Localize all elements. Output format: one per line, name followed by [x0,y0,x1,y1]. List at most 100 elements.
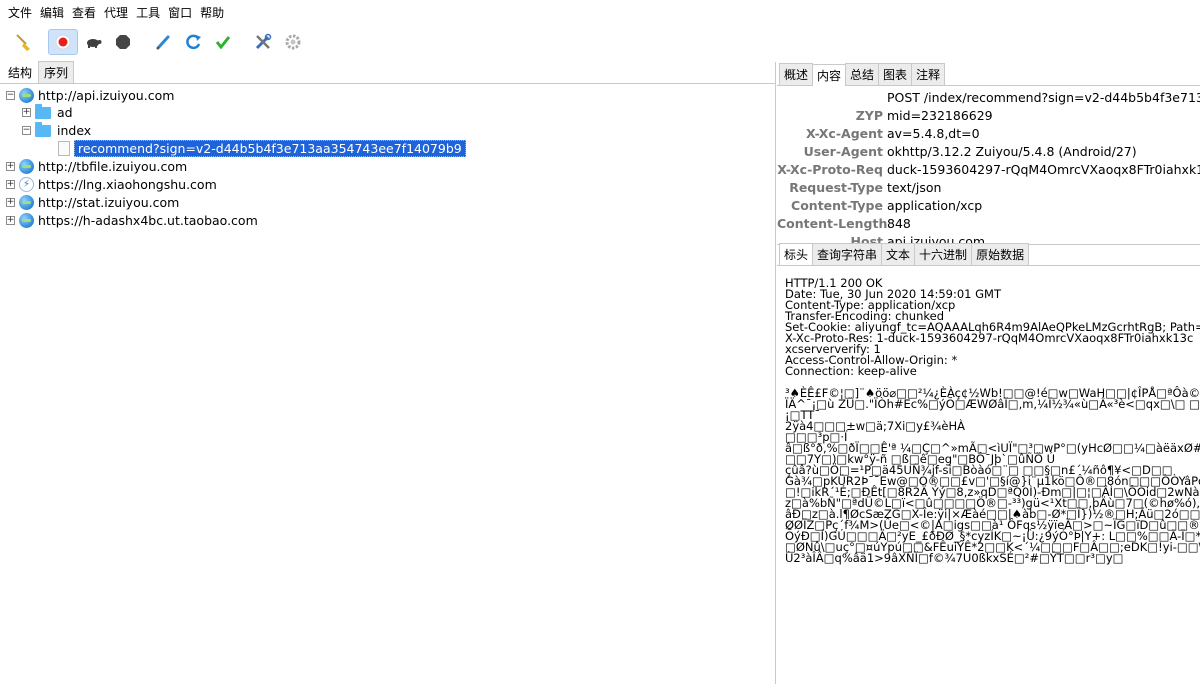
globe-icon [19,159,34,174]
header-key: Content-Length [777,216,888,231]
globe-icon [19,195,34,210]
file-icon [58,141,70,156]
header-value: duck-1593604297-rQqM4OmrcVXaoqx8FTr0iahx… [887,162,1200,177]
turtle-icon [87,39,102,48]
collapse-icon[interactable]: − [22,126,31,135]
toolbar [0,26,1200,58]
menu-bar: 文件 编辑 查看 代理 工具 窗口 帮助 [0,0,1200,26]
header-value: 848 [887,216,911,231]
menu-help[interactable]: 帮助 [196,0,228,26]
header-row: Request-Type text/json [777,180,941,198]
record-button[interactable] [48,29,78,55]
breakpoints-button[interactable] [108,29,138,55]
session-panel: 结构 序列 − http://api.izuiyou.com + ad − in… [0,61,776,684]
tab-notes[interactable]: 注释 [911,63,946,85]
expand-icon[interactable]: + [6,180,15,189]
menu-file[interactable]: 文件 [4,0,36,26]
header-row: ZYP mid=232186629 [777,108,993,126]
validate-button[interactable] [208,29,238,55]
pen-icon [156,35,170,50]
binary-line: 2ÿà4□□□±w□ä;7Xi□y£¾èHÀ [785,419,966,433]
expand-icon[interactable]: + [22,108,31,117]
header-key: X-Xc-Proto-Req [777,162,883,177]
menu-view[interactable]: 查看 [68,0,100,26]
session-tree: − http://api.izuiyou.com + ad − index re… [0,84,775,682]
tab-chart[interactable]: 图表 [878,63,913,85]
header-row: User-Agent okhttp/3.12.2 Zuiyou/5.4.8 (A… [777,144,1137,162]
header-key: Content-Type [791,198,883,213]
clear-session-button[interactable] [8,29,38,55]
tools-button[interactable] [248,29,278,55]
tab-hex[interactable]: 十六进制 [914,243,973,265]
folder-icon [35,121,51,137]
tree-folder-label: ad [57,105,73,120]
expand-icon[interactable]: + [6,198,15,207]
tree-host-taobao[interactable]: + https://h-adashx4bc.ut.taobao.com [6,212,258,229]
tree-host-label: http://api.izuiyou.com [38,88,175,103]
header-value: mid=232186629 [887,108,993,123]
header-value: okhttp/3.12.2 Zuiyou/5.4.8 (Android/27) [887,144,1137,159]
request-headers: POST /index/recommend?sign=v2-d44b5b4f3e… [777,88,1200,244]
tab-raw[interactable]: 原始数据 [971,243,1030,265]
tab-summary[interactable]: 总结 [845,63,880,85]
menu-window[interactable]: 窗口 [164,0,196,26]
header-key: ZYP [855,108,883,123]
broom-icon [16,34,30,51]
globe-icon [19,213,34,228]
tree-folder-index[interactable]: − index [22,121,92,139]
globe-icon [19,88,34,103]
tools-icon [255,33,272,50]
header-value: av=5.4.8,dt=0 [887,126,980,141]
tab-overview[interactable]: 概述 [779,63,814,85]
tab-structure[interactable]: 结构 [2,61,39,83]
response-view-tabs: 标头 查询字符串 文本 十六进制 原始数据 [777,243,1200,266]
header-row: X-Xc-Agent av=5.4.8,dt=0 [777,126,980,144]
compose-button[interactable] [148,29,178,55]
tab-text[interactable]: 文本 [881,243,916,265]
tree-host-label: https://h-adashx4bc.ut.taobao.com [38,213,258,228]
tree-host-label: https://lng.xiaohongshu.com [38,177,217,192]
menu-proxy[interactable]: 代理 [100,0,132,26]
binary-line: ÏÄ^¯¡□ù ZÜ□."ÏÒh#Ec%□ýÕ□ÆWØâÏ□,m,¼Ï½¾«ù□… [785,397,1200,411]
tree-request-recommend[interactable]: recommend?sign=v2-d44b5b4f3e713aa354743e… [58,140,466,157]
expand-icon[interactable]: + [6,162,15,171]
settings-icon [285,34,301,50]
repeat-button[interactable] [178,29,208,55]
tree-host-api-izuiyou[interactable]: − http://api.izuiyou.com [6,87,174,104]
check-icon [215,36,231,50]
request-line: POST /index/recommend?sign=v2-d44b5b4f3e… [887,90,1200,105]
tree-host-xiaohongshu[interactable]: + ⚡ https://lng.xiaohongshu.com [6,176,217,193]
menu-tools[interactable]: 工具 [132,0,164,26]
collapse-icon[interactable]: − [6,91,15,100]
tree-host-stat[interactable]: + http://stat.izuiyou.com [6,194,179,211]
tab-query-string[interactable]: 查询字符串 [812,243,883,265]
breakpoint-icon [116,35,130,49]
tree-host-tbfile[interactable]: + http://tbfile.izuiyou.com [6,158,187,175]
tab-headers[interactable]: 标头 [779,243,814,265]
detail-tabs: 概述 内容 总结 图表 注释 [777,63,1200,86]
header-row: X-Xc-Proto-Req duck-1593604297-rQqM4Omrc… [777,162,1200,180]
menu-edit[interactable]: 编辑 [36,0,68,26]
tree-folder-label: index [57,123,92,138]
binary-line: Ù2³àÎÂ□q%âä1>9âXÑÏ□f©¾7U0ßkxSÉ□²#□ÝT□□r³… [785,551,1124,565]
record-icon [55,34,71,50]
header-value: text/json [887,180,942,195]
header-row: Content-Type application/xcp [777,198,982,216]
tab-contents[interactable]: 内容 [812,64,847,86]
detail-panel: 概述 内容 总结 图表 注释 POST /index/recommend?sig… [777,62,1200,684]
tree-request-label: recommend?sign=v2-d44b5b4f3e713aa354743e… [74,140,466,157]
header-key: User-Agent [803,144,883,159]
header-key: X-Xc-Agent [806,126,883,141]
settings-button[interactable] [278,29,308,55]
tree-folder-ad[interactable]: + ad [22,103,73,121]
lightning-icon: ⚡ [19,177,34,192]
tree-host-label: http://stat.izuiyou.com [38,195,180,210]
tab-sequence[interactable]: 序列 [38,61,75,83]
expand-icon[interactable]: + [6,216,15,225]
header-key: Request-Type [789,180,883,195]
response-body[interactable]: HTTP/1.1 200 OK Date: Tue, 30 Jun 2020 1… [785,278,1200,684]
session-view-tabs: 结构 序列 [0,61,775,84]
tree-host-label: http://tbfile.izuiyou.com [38,159,188,174]
throttle-button[interactable] [78,29,108,55]
header-value: application/xcp [887,198,983,213]
